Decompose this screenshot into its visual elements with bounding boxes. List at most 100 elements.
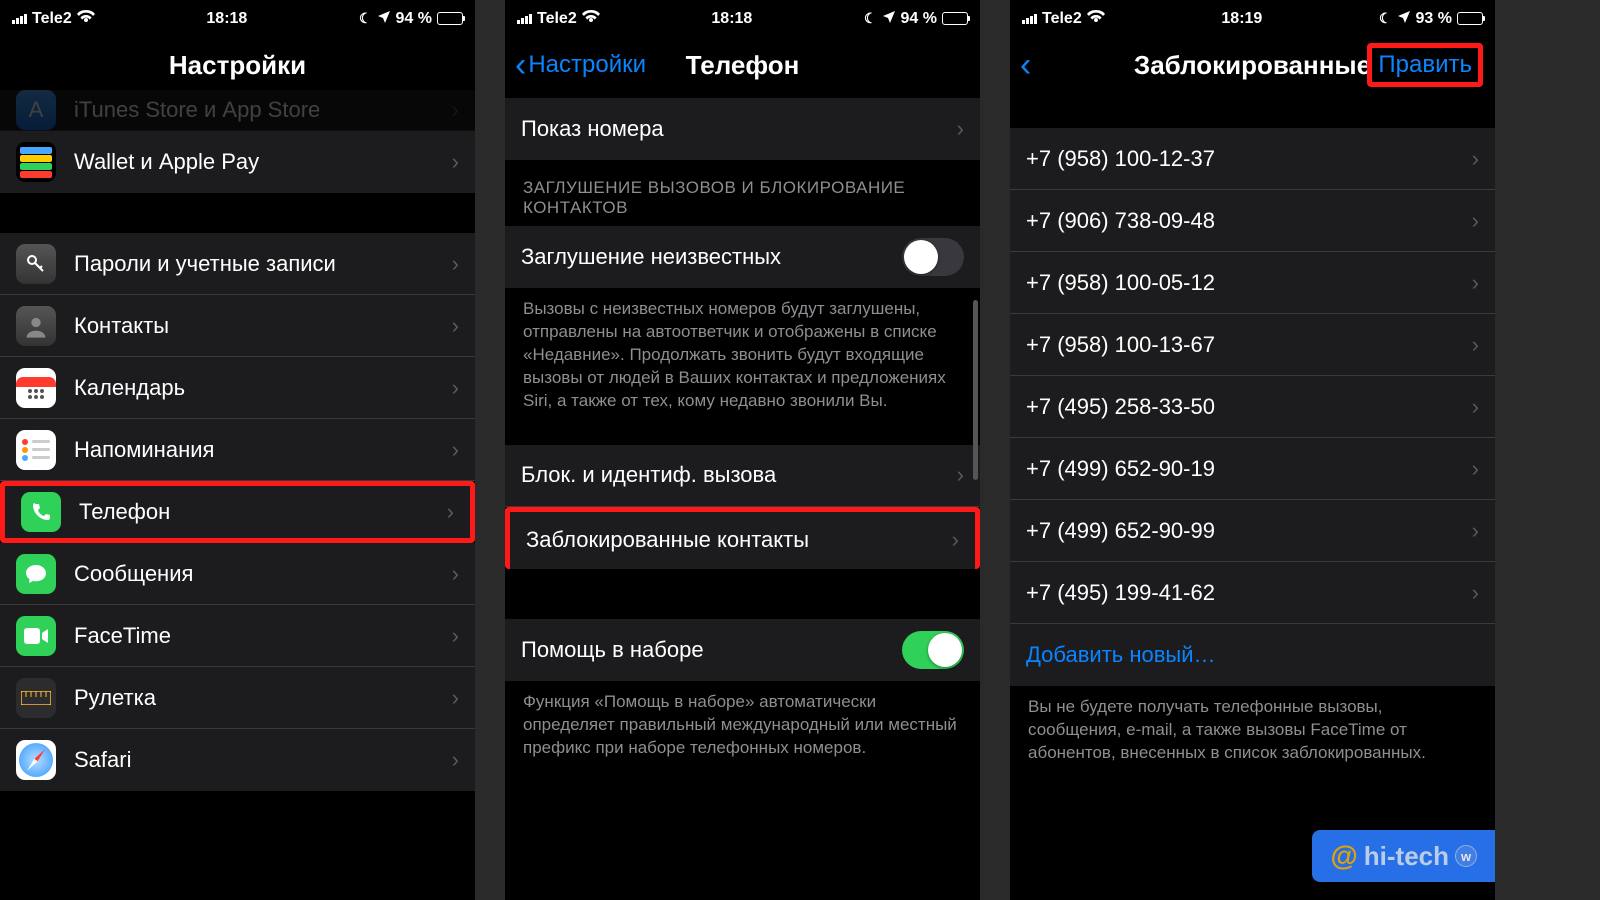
- chevron-right-icon: ›: [452, 375, 459, 401]
- ruler-icon: [16, 678, 56, 718]
- chevron-right-icon: ›: [1472, 394, 1479, 420]
- watermark: @hi-techw: [1312, 830, 1495, 882]
- wifi-icon: [582, 10, 600, 28]
- chevron-right-icon: ›: [452, 313, 459, 339]
- row-ruler[interactable]: Рулетка ›: [0, 667, 475, 729]
- carrier-label: Tele2: [32, 10, 72, 28]
- row-caller-id[interactable]: Показ номера ›: [505, 98, 980, 160]
- chevron-right-icon: ›: [1472, 146, 1479, 172]
- signal-icon: [1022, 14, 1037, 24]
- chevron-right-icon: ›: [1472, 518, 1479, 544]
- chevron-right-icon: ›: [452, 623, 459, 649]
- reminders-icon: [16, 430, 56, 470]
- wallet-icon: [16, 142, 56, 182]
- facetime-icon: [16, 616, 56, 656]
- section-footer-silence: Вызовы с неизвестных номеров будут заглу…: [505, 288, 980, 429]
- chevron-right-icon: ›: [1472, 332, 1479, 358]
- blocked-row[interactable]: +7 (906) 738-09-48›: [1010, 190, 1495, 252]
- row-phone[interactable]: Телефон ›: [0, 481, 475, 543]
- chevron-right-icon: ›: [452, 149, 459, 175]
- chevron-right-icon: ›: [452, 685, 459, 711]
- row-dial-assist[interactable]: Помощь в наборе: [505, 619, 980, 681]
- nav-bar: ‹ Настройки Телефон: [505, 32, 980, 98]
- battery-pct: 94 %: [901, 10, 937, 28]
- signal-icon: [12, 14, 27, 24]
- dial-assist-toggle[interactable]: [902, 631, 964, 669]
- dnd-icon: ☾: [359, 10, 372, 27]
- section-footer-dialassist: Функция «Помощь в наборе» автоматически …: [505, 681, 980, 776]
- carrier-label: Tele2: [537, 10, 577, 28]
- chevron-right-icon: ›: [452, 251, 459, 277]
- chevron-right-icon: ›: [452, 747, 459, 773]
- chevron-right-icon: ›: [452, 97, 459, 123]
- row-messages[interactable]: Сообщения ›: [0, 543, 475, 605]
- calendar-icon: [16, 368, 56, 408]
- row-safari[interactable]: Safari ›: [0, 729, 475, 791]
- appstore-icon: A: [16, 90, 56, 130]
- safari-icon: [16, 740, 56, 780]
- blocked-row[interactable]: +7 (958) 100-05-12›: [1010, 252, 1495, 314]
- blocked-row[interactable]: +7 (958) 100-13-67›: [1010, 314, 1495, 376]
- chevron-right-icon: ›: [957, 116, 964, 142]
- dnd-icon: ☾: [1379, 10, 1392, 27]
- battery-icon: [942, 12, 968, 25]
- location-icon: [882, 10, 896, 27]
- contacts-icon: [16, 306, 56, 346]
- row-blocked-contacts[interactable]: Заблокированные контакты ›: [505, 507, 980, 569]
- location-icon: [377, 10, 391, 27]
- chevron-right-icon: ›: [952, 527, 959, 553]
- status-bar: Tele2 18:18 ☾ 94 %: [0, 0, 475, 32]
- battery-pct: 94 %: [396, 10, 432, 28]
- messages-icon: [16, 554, 56, 594]
- blocked-row[interactable]: +7 (499) 652-90-99›: [1010, 500, 1495, 562]
- blocked-row[interactable]: +7 (958) 100-12-37›: [1010, 128, 1495, 190]
- location-icon: [1397, 10, 1411, 27]
- page-title: Телефон: [686, 50, 800, 81]
- screen-settings: Tele2 18:18 ☾ 94 % Настройки A iTunes St…: [0, 0, 475, 900]
- chevron-right-icon: ›: [1472, 270, 1479, 296]
- wifi-icon: [77, 10, 95, 28]
- row-facetime[interactable]: FaceTime ›: [0, 605, 475, 667]
- row-wallet[interactable]: Wallet и Apple Pay ›: [0, 131, 475, 193]
- blocked-row[interactable]: +7 (499) 652-90-19›: [1010, 438, 1495, 500]
- chevron-right-icon: ›: [957, 462, 964, 488]
- clock: 18:18: [206, 10, 247, 28]
- scrollbar[interactable]: [973, 300, 978, 480]
- nav-bar: Настройки: [0, 32, 475, 98]
- screen-blocked-contacts: Tele2 18:19 ☾ 93 % ‹ Заблокированные Пра…: [1010, 0, 1495, 900]
- dnd-icon: ☾: [864, 10, 877, 27]
- battery-pct: 93 %: [1416, 10, 1452, 28]
- edit-button[interactable]: Править: [1367, 43, 1483, 87]
- clock: 18:19: [1221, 10, 1262, 28]
- clock: 18:18: [711, 10, 752, 28]
- add-new-button[interactable]: Добавить новый…: [1010, 624, 1495, 686]
- row-silence-unknown[interactable]: Заглушение неизвестных: [505, 226, 980, 288]
- status-bar: Tele2 18:18 ☾ 94 %: [505, 0, 980, 32]
- chevron-right-icon: ›: [452, 561, 459, 587]
- row-block-id[interactable]: Блок. и идентиф. вызова ›: [505, 445, 980, 507]
- chevron-right-icon: ›: [1472, 580, 1479, 606]
- row-contacts[interactable]: Контакты ›: [0, 295, 475, 357]
- chevron-right-icon: ›: [447, 499, 454, 525]
- row-calendar[interactable]: Календарь ›: [0, 357, 475, 419]
- silence-toggle[interactable]: [902, 238, 964, 276]
- page-title: Заблокированные: [1134, 50, 1371, 81]
- blocked-row[interactable]: +7 (495) 258-33-50›: [1010, 376, 1495, 438]
- key-icon: [16, 244, 56, 284]
- blocked-row[interactable]: +7 (495) 199-41-62›: [1010, 562, 1495, 624]
- signal-icon: [517, 14, 532, 24]
- blocked-list: +7 (958) 100-12-37› +7 (906) 738-09-48› …: [1010, 128, 1495, 686]
- battery-icon: [437, 12, 463, 25]
- row-passwords[interactable]: Пароли и учетные записи ›: [0, 233, 475, 295]
- nav-bar: ‹ Заблокированные Править: [1010, 32, 1495, 98]
- blocked-footer: Вы не будете получать телефонные вызовы,…: [1010, 686, 1495, 781]
- row-appstore[interactable]: A iTunes Store и App Store ›: [0, 90, 475, 131]
- chevron-right-icon: ›: [1472, 456, 1479, 482]
- section-header-silence: ЗАГЛУШЕНИЕ ВЫЗОВОВ И БЛОКИРОВАНИЕ КОНТАК…: [505, 160, 980, 226]
- chevron-right-icon: ›: [452, 437, 459, 463]
- back-button[interactable]: ‹ Настройки: [515, 51, 646, 79]
- chevron-right-icon: ›: [1472, 208, 1479, 234]
- wifi-icon: [1087, 10, 1105, 28]
- row-reminders[interactable]: Напоминания ›: [0, 419, 475, 481]
- status-bar: Tele2 18:19 ☾ 93 %: [1010, 0, 1495, 32]
